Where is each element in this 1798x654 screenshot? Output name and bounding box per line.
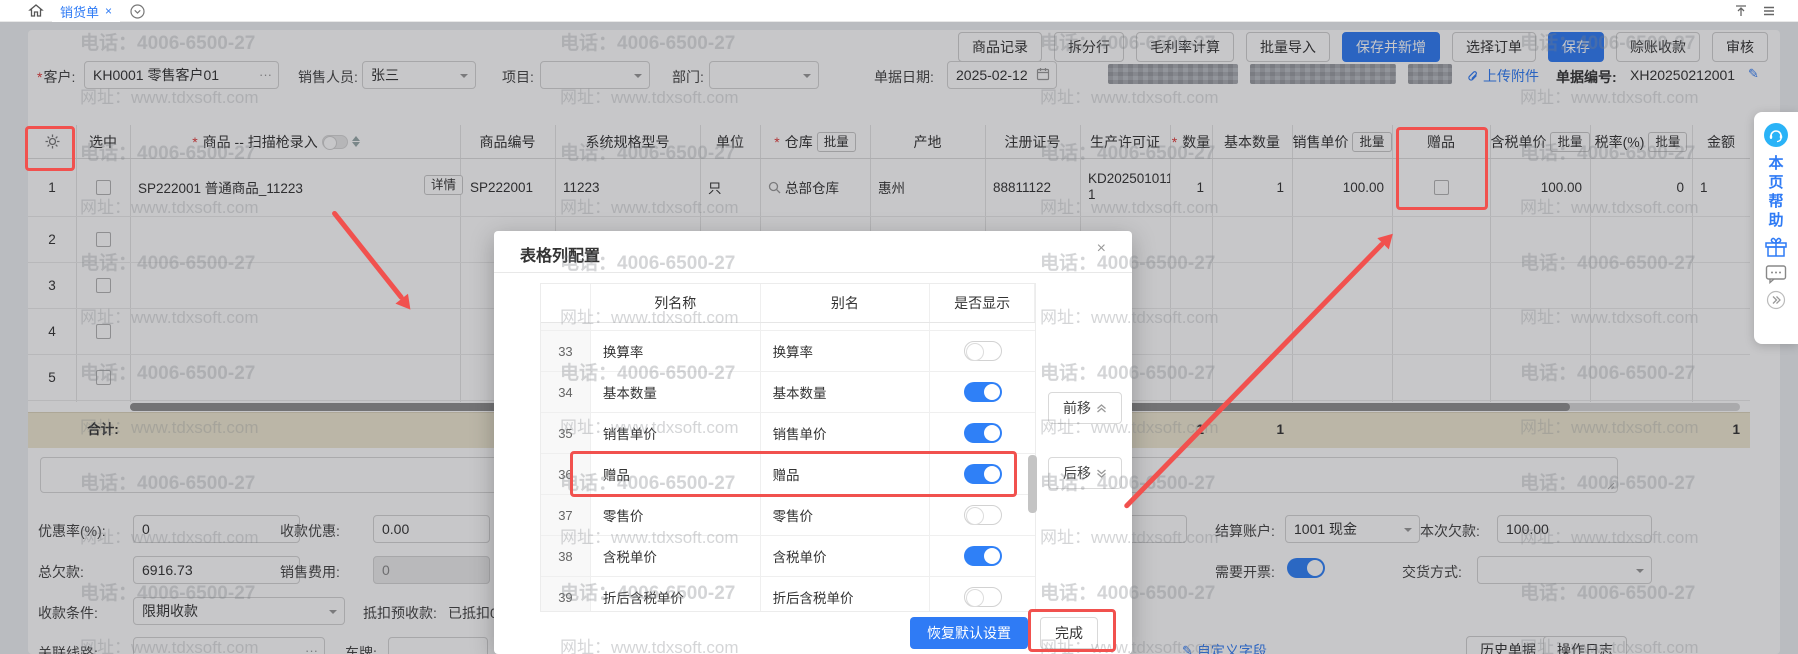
config-col-name: 含税单价 [591,536,761,576]
config-alias: 销售单价 [761,413,931,453]
tab-bar: 销货单 × [0,0,1798,22]
config-col-name: 折后含税单价 [591,577,761,612]
collapse-panel-icon[interactable] [1766,290,1786,310]
config-alias: 含税单价 [761,536,931,576]
move-down-button[interactable]: 后移 [1048,457,1122,489]
config-col-name: 销售单价 [591,413,761,453]
config-col-header: 是否显示 [930,284,1035,322]
tab-close-icon[interactable]: × [105,4,112,18]
visibility-toggle-赠品[interactable] [964,464,1002,484]
gift-icon[interactable] [1764,236,1788,258]
column-config-table: 列名称别名是否显示33换算率换算率34基本数量基本数量35销售单价销售单价36赠… [540,283,1036,612]
visibility-toggle-销售单价[interactable] [964,423,1002,443]
config-row-number: 35 [541,413,591,453]
config-row-number: 37 [541,495,591,535]
config-row-销售单价: 35销售单价销售单价 [541,413,1035,454]
config-col-name: 换算率 [591,331,761,371]
config-row-赠品: 36赠品赠品 [541,454,1035,495]
config-row-number: 33 [541,331,591,371]
config-alias: 换算率 [761,331,931,371]
visibility-toggle-含税单价[interactable] [964,546,1002,566]
config-alias: 基本数量 [761,372,931,412]
config-col-name: 基本数量 [591,372,761,412]
menu-icon[interactable] [1762,4,1778,20]
config-alias: 赠品 [761,454,931,494]
config-col-header: 别名 [761,284,931,322]
visibility-toggle-基本数量[interactable] [964,382,1002,402]
visibility-toggle-折后含税单价[interactable] [964,587,1002,607]
dialog-title: 表格列配置 [520,242,600,266]
config-row-零售价: 37零售价零售价 [541,495,1035,536]
chevron-down-circle-icon[interactable] [130,4,146,20]
home-icon[interactable] [28,3,44,19]
chat-icon[interactable] [1765,264,1787,284]
config-row-折后含税单价: 39折后含税单价折后含税单价 [541,577,1035,612]
config-row-number: 34 [541,372,591,412]
tab-label: 销货单 [60,2,99,21]
config-col-header: 列名称 [591,284,761,322]
config-row-number: 36 [541,454,591,494]
done-button[interactable]: 完成 [1040,617,1098,649]
column-config-dialog: 表格列配置 × 列名称别名是否显示33换算率换算率34基本数量基本数量35销售单… [494,231,1132,654]
config-row-number: 39 [541,577,591,612]
scroll-top-icon[interactable] [1734,4,1750,20]
double-chevron-up-icon [1096,403,1107,414]
config-row-基本数量: 34基本数量基本数量 [541,372,1035,413]
visibility-toggle-换算率[interactable] [964,341,1002,361]
config-alias: 折后含税单价 [761,577,931,612]
config-col-name: 赠品 [591,454,761,494]
config-row-含税单价: 38含税单价含税单价 [541,536,1035,577]
visibility-toggle-零售价[interactable] [964,505,1002,525]
help-panel: 本页帮助 [1754,112,1798,344]
divider [494,272,1132,273]
config-table-header: 列名称别名是否显示 [541,284,1035,323]
dialog-scrollbar-thumb[interactable] [1028,455,1037,513]
restore-default-button[interactable]: 恢复默认设置 [910,617,1028,649]
customer-service-icon[interactable] [1763,122,1789,148]
move-up-button[interactable]: 前移 [1048,392,1122,424]
config-col-name: 零售价 [591,495,761,535]
help-panel-label[interactable]: 本页帮助 [1768,154,1783,230]
config-row-换算率: 33换算率换算率 [541,331,1035,372]
partial-row [541,323,1035,331]
double-chevron-down-icon [1096,468,1107,479]
config-row-number: 38 [541,536,591,576]
sales-order-page: 销货单 × 商品记录拆分行毛利率计算批量导入保存并新增选择订单保存赊账收款审核 … [0,0,1798,654]
tab-sales-order[interactable]: 销货单 × [52,0,120,22]
config-alias: 零售价 [761,495,931,535]
dialog-close-icon[interactable]: × [1097,240,1106,258]
